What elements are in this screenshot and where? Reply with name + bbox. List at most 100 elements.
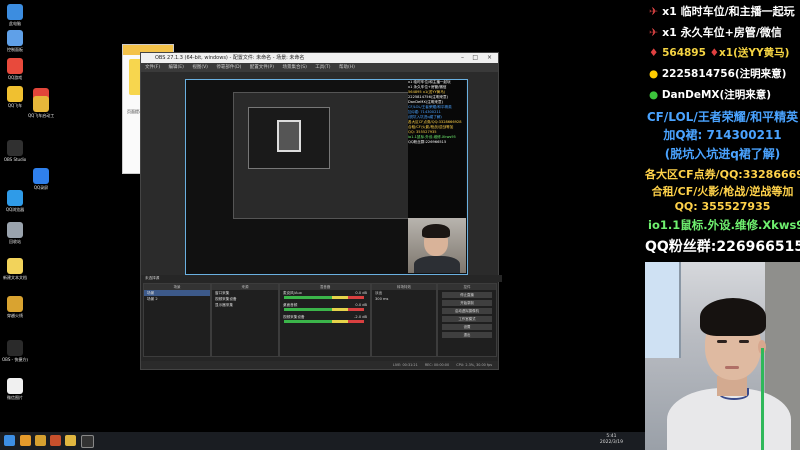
- desktop-icon-label: OBS Studio: [3, 157, 27, 162]
- rec-time: REC: 00:00:00: [424, 363, 450, 367]
- transitions-dock: 转场特效 淡出 300 ms: [371, 283, 437, 357]
- desktop-icon-label: 此电脑: [9, 21, 21, 26]
- source-item[interactable]: 显示器采集: [212, 302, 278, 308]
- transition-duration[interactable]: 300 ms: [372, 296, 436, 302]
- app-icon: [7, 222, 23, 238]
- menu-docks[interactable]: 停靠部件(D): [216, 65, 241, 70]
- app-icon: [7, 58, 23, 74]
- close-icon[interactable]: ×: [487, 53, 492, 63]
- desktop-icon[interactable]: OBS Studio: [2, 140, 28, 162]
- app-icon: [33, 96, 49, 112]
- desktop-icon[interactable]: QQ录屏: [28, 168, 54, 190]
- menu-help[interactable]: 帮助(H): [339, 65, 355, 70]
- car-icon: ✈: [649, 5, 659, 18]
- desktop-icon-label: QQ浏览器: [5, 207, 25, 212]
- no-source-label: 未选择源: [145, 276, 160, 280]
- game-icon[interactable]: [35, 435, 46, 446]
- obs-status-bar: LIVE: 00:31:21 REC: 00:00:00 CPU: 2.3%, …: [141, 361, 498, 369]
- app-icon: [7, 140, 23, 156]
- webcam-mouth: [725, 366, 739, 369]
- start-icon[interactable]: [4, 435, 15, 446]
- obs-title: OBS 27.1.3 (64-bit, windows) - 配置文件: 未命名…: [155, 55, 305, 61]
- desktop-icon[interactable]: QQ飞车: [2, 86, 28, 108]
- obs-window[interactable]: OBS 27.1.3 (64-bit, windows) - 配置文件: 未命名…: [140, 52, 502, 370]
- desktop-icon[interactable]: QQ游戏: [2, 58, 28, 80]
- webcam-hair: [700, 298, 766, 336]
- qq-icon[interactable]: [65, 435, 76, 446]
- desktop-icon[interactable]: OBS - 快捷方式: [2, 340, 28, 362]
- desktop-icon-label: 回收站: [9, 239, 21, 244]
- desktop-icon[interactable]: 新建文本文档: [2, 258, 28, 280]
- qq-group-line: 加Q裙: 714300211: [663, 128, 782, 142]
- app-icon: [7, 258, 23, 274]
- obs-titlebar[interactable]: OBS 27.1.3 (64-bit, windows) - 配置文件: 未命名…: [141, 53, 498, 63]
- desktop-icon-label: OBS - 快捷方式: [2, 357, 28, 362]
- desktop-icon[interactable]: QQ飞车启动工具: [28, 96, 54, 118]
- desktop-icon-label: 新建文本文档: [3, 275, 27, 280]
- desktop-icon[interactable]: 微信图片: [2, 378, 28, 400]
- volume-meter: [284, 308, 364, 311]
- app-icon: [7, 86, 23, 102]
- fans-line: QQ粉丝群:226966515: [645, 239, 800, 255]
- minimize-icon[interactable]: –: [461, 53, 464, 63]
- stop-streaming-button[interactable]: 停止直播: [442, 292, 492, 298]
- menu-file[interactable]: 文件(F): [145, 65, 160, 70]
- explorer-icon[interactable]: [20, 435, 31, 446]
- overlay-line: ● DanDeMX(注明来意): [649, 89, 772, 101]
- webcam-eye: [717, 340, 727, 343]
- cf-points-line: 各大区CF点券/QQ:3328666928: [645, 168, 800, 181]
- scene-source-bar: 未选择源: [141, 275, 502, 282]
- gift-icon: ♦: [709, 47, 719, 59]
- live-time: LIVE: 00:31:21: [392, 363, 418, 367]
- menu-scene-collection[interactable]: 场景集合(S): [282, 65, 306, 70]
- desktop-icon[interactable]: 此电脑: [2, 4, 28, 26]
- obs-docks: 未选择源 场景 场景 场景 2 来源 窗口采集 视频采集设备 显示器采集 混音器…: [141, 275, 502, 369]
- nested-preview-core: [277, 120, 301, 152]
- app-icon: [7, 296, 23, 312]
- start-recording-button[interactable]: 开始录制: [442, 300, 492, 306]
- preview-webcam-hair: [422, 224, 450, 238]
- desktop-icon[interactable]: 回收站: [2, 222, 28, 244]
- qq2-line: QQ: 355527935: [674, 200, 771, 213]
- desktop-icon-label: 控制面板: [7, 47, 23, 52]
- rent-line: 合租/CF/火影/枪战/逆战等加: [651, 185, 794, 198]
- app-icon: [7, 190, 23, 206]
- app-icon: [7, 4, 23, 20]
- preview-webcam: [408, 218, 466, 273]
- exit-button[interactable]: 退出: [442, 332, 492, 338]
- desktop-icon-label: QQ飞车启动工具: [28, 113, 54, 118]
- volume-meter: [284, 296, 364, 299]
- earphone-cable: [761, 348, 764, 450]
- app-icon: [7, 340, 23, 356]
- controls-dock: 控件 停止直播 开始录制 启动虚拟摄像机 工作室模式 设置 退出: [437, 283, 497, 357]
- desktop-icon-label: QQ录屏: [33, 185, 49, 190]
- taskbar-clock[interactable]: 5:41 2022/3/19: [600, 434, 623, 446]
- settings-button[interactable]: 设置: [442, 324, 492, 330]
- obs-icon[interactable]: [81, 435, 94, 448]
- preview-webcam-shirt: [414, 256, 460, 273]
- desktop-icon[interactable]: 控制面板: [2, 30, 28, 52]
- scenes-dock: 场景 场景 场景 2: [143, 283, 211, 357]
- preview-overlay-text: x1 临时车位/和主播一起玩 x1 永久车位+房管/微信 564895 x1(送YY…: [408, 80, 466, 218]
- nested-preview: [233, 92, 415, 219]
- studio-mode-button[interactable]: 工作室模式: [442, 316, 492, 322]
- app-icon: [7, 30, 23, 46]
- mouse-line: io1.1鼠标.外设.维修.Xkws95: [648, 218, 800, 232]
- gift-icon: ♦: [649, 47, 659, 59]
- preview-overlay-line: QQ粉丝群:226966515: [408, 140, 447, 144]
- desktop-icon[interactable]: QQ浏览器: [2, 190, 28, 212]
- menu-view[interactable]: 视图(V): [192, 65, 208, 70]
- virtual-camera-button[interactable]: 启动虚拟摄像机: [442, 308, 492, 314]
- menu-profile[interactable]: 配置文件(P): [250, 65, 274, 70]
- obs-preview[interactable]: x1 临时车位/和主播一起玩 x1 永久车位+房管/微信 564895 x1(送YY…: [185, 79, 468, 275]
- menu-tools[interactable]: 工具(T): [315, 65, 330, 70]
- desktop-icon[interactable]: 穿越火线: [2, 296, 28, 318]
- desktop-icon-label: 微信图片: [7, 395, 23, 400]
- game2-icon[interactable]: [50, 435, 61, 446]
- games-line: CF/LOL/王者荣耀/和平精英: [646, 110, 799, 124]
- volume-meter: [284, 320, 364, 323]
- menu-edit[interactable]: 编辑(E): [169, 65, 184, 70]
- overlay-line: ● 2225814756(注明来意): [649, 68, 787, 80]
- scene-item[interactable]: 场景 2: [144, 296, 210, 302]
- maximize-icon[interactable]: □: [472, 53, 478, 63]
